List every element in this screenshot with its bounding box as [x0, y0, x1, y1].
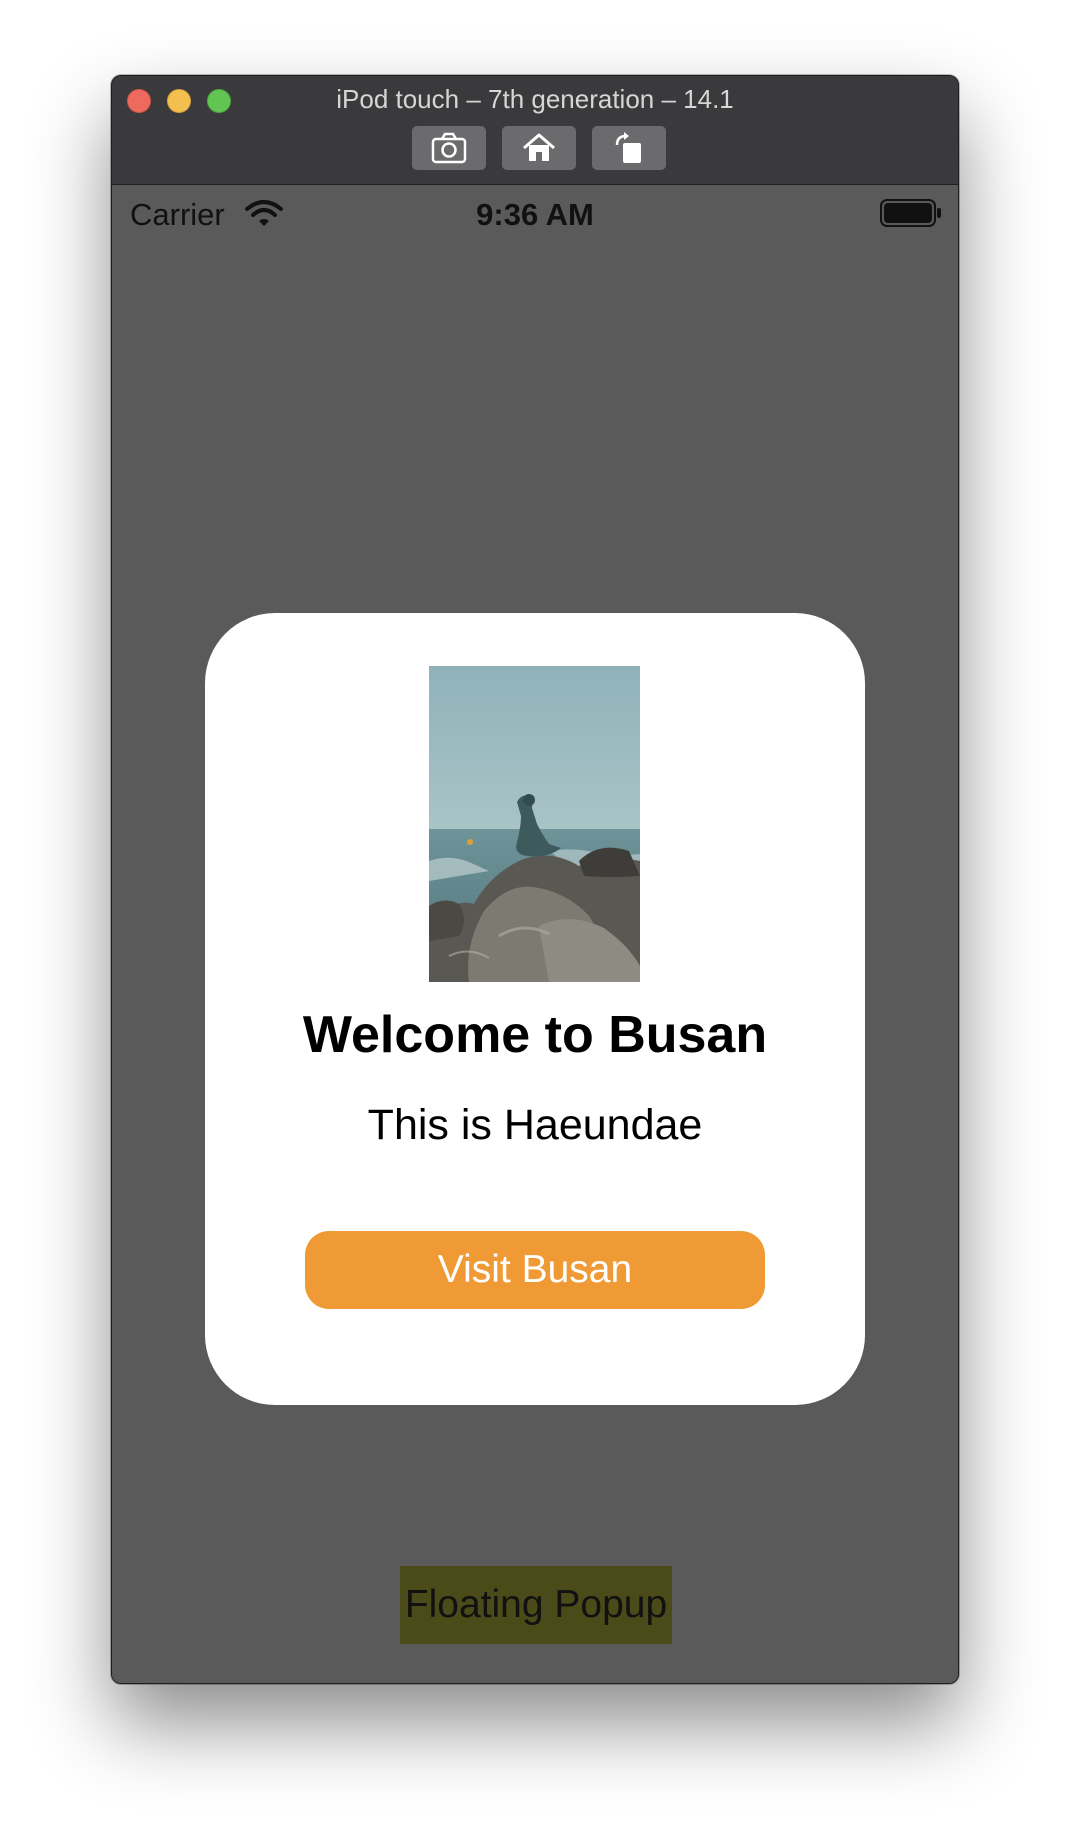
window-titlebar[interactable]: iPod touch – 7th generation – 14.1 — [112, 76, 958, 185]
screenshot-button[interactable] — [412, 126, 486, 170]
rotate-icon — [615, 132, 641, 163]
popup-subtitle: This is Haeundae — [367, 1101, 703, 1149]
status-time: 9:36 AM — [476, 197, 594, 232]
rotate-button[interactable] — [592, 126, 666, 170]
welcome-popup: Welcome to Busan This is Haeundae Visit … — [205, 613, 865, 1405]
camera-icon — [431, 132, 467, 164]
device-screen: Carrier 9:36 AM Welcome to Busan This is… — [112, 185, 958, 1683]
home-icon — [523, 133, 555, 161]
floating-popup-button[interactable]: Floating Popup — [400, 1566, 672, 1644]
simulator-window: iPod touch – 7th generation – 14.1 Carri… — [111, 75, 959, 1684]
window-title: iPod touch – 7th generation – 14.1 — [336, 84, 734, 114]
popup-title: Welcome to Busan — [302, 1006, 768, 1064]
home-button[interactable] — [502, 126, 576, 170]
status-bar: Carrier 9:36 AM — [112, 185, 958, 245]
visit-busan-button[interactable]: Visit Busan — [305, 1231, 765, 1309]
battery-icon — [880, 199, 941, 227]
haeundae-photo — [429, 666, 640, 982]
